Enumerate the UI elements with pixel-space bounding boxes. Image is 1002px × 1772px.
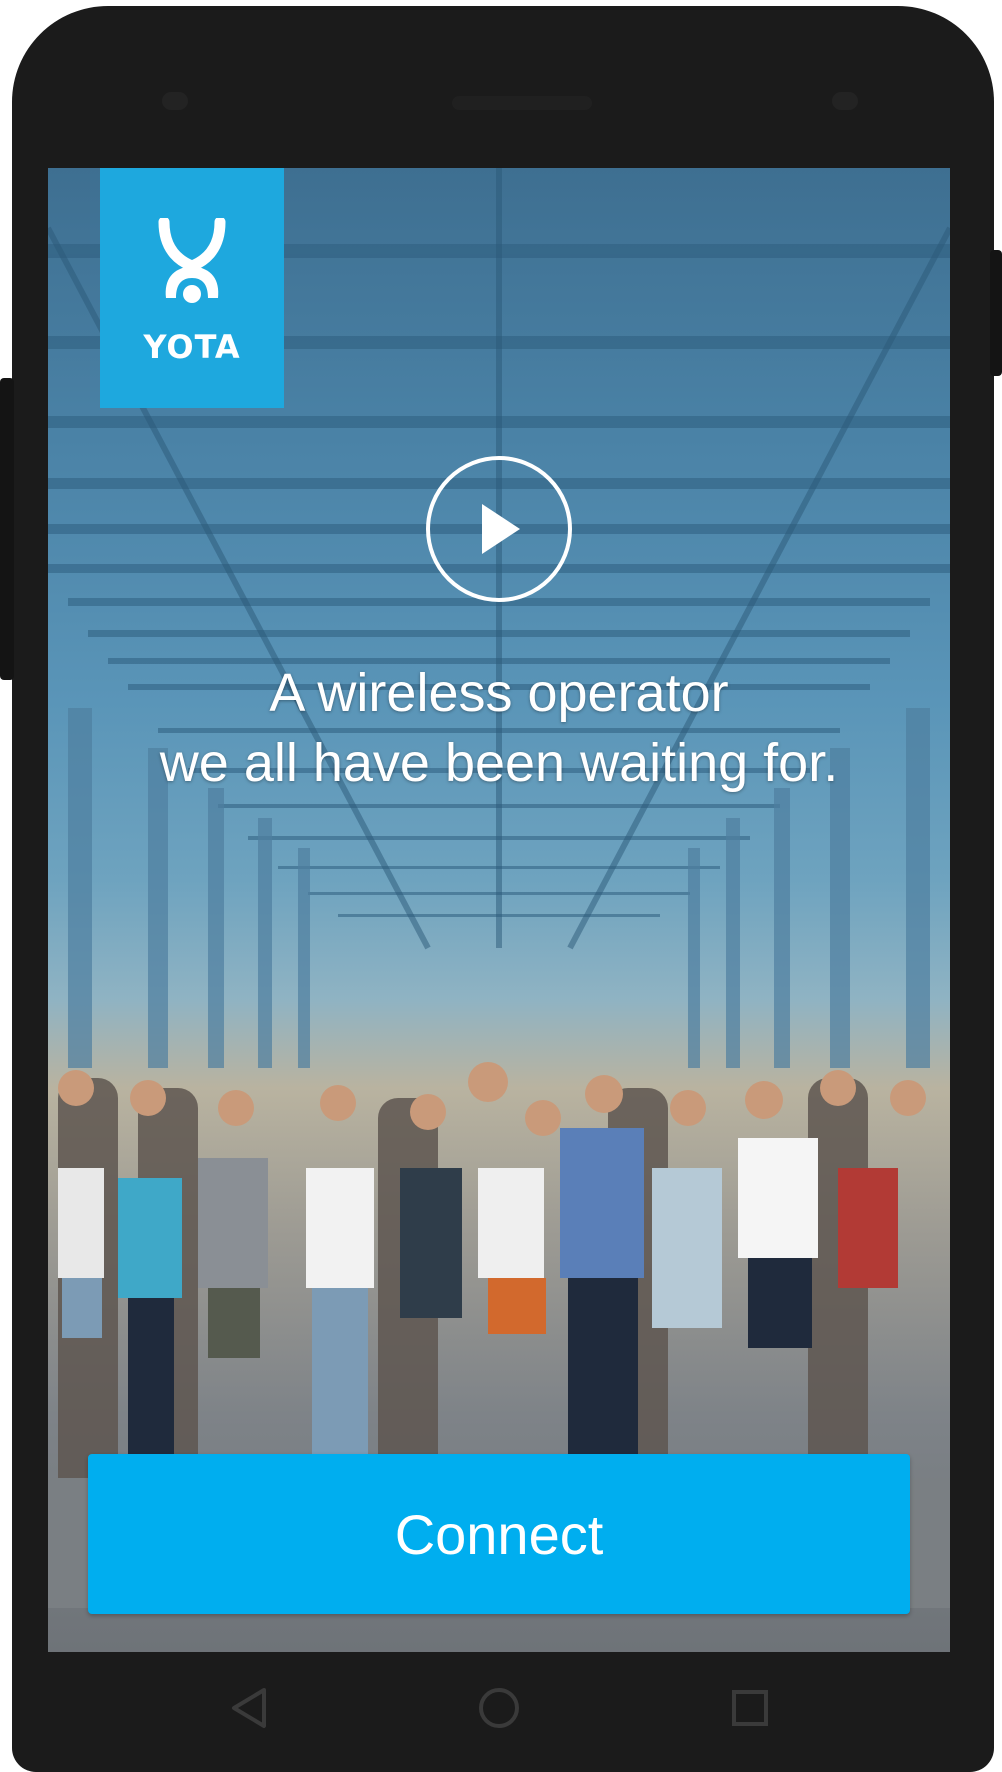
hero-tagline: A wireless operator we all have been wai… — [48, 658, 950, 798]
yota-logo-icon — [158, 218, 226, 303]
earpiece-speaker — [452, 96, 592, 110]
home-circle-icon[interactable] — [475, 1684, 523, 1732]
play-video-button[interactable] — [426, 456, 572, 602]
android-navigation-bar — [48, 1652, 950, 1762]
tagline-line-1: A wireless operator — [269, 663, 729, 723]
front-camera — [162, 92, 188, 110]
recent-apps-square-icon[interactable] — [726, 1684, 774, 1732]
power-button — [990, 250, 1002, 376]
play-icon — [482, 504, 520, 554]
volume-button — [0, 378, 14, 680]
app-screen: YOTA A wireless operator we all have bee… — [48, 168, 950, 1652]
connect-button[interactable]: Connect — [88, 1454, 910, 1614]
yota-logo: YOTA — [100, 168, 284, 408]
proximity-sensor — [832, 92, 858, 110]
tagline-line-2: we all have been waiting for. — [159, 733, 839, 793]
back-triangle-icon[interactable] — [226, 1684, 274, 1732]
logo-wordmark: YOTA — [143, 328, 241, 366]
